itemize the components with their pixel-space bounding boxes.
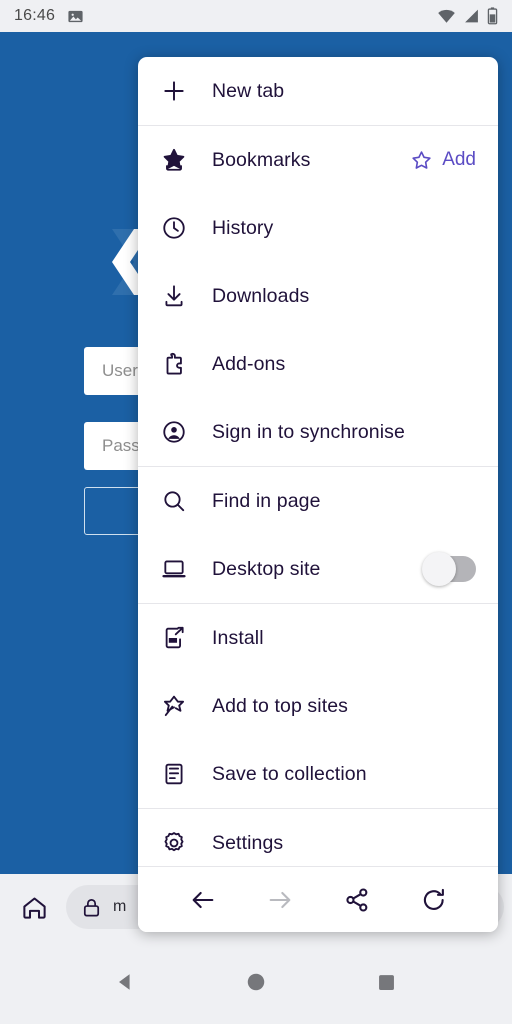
- toggle-switch-off[interactable]: [422, 552, 476, 586]
- toggle-knob: [422, 552, 456, 586]
- nav-recents-button[interactable]: [359, 954, 415, 1010]
- reload-icon: [423, 888, 444, 910]
- menu-item-new-tab[interactable]: New tab: [138, 57, 498, 125]
- search-icon: [160, 487, 188, 515]
- gear-icon: [160, 829, 188, 857]
- back-arrow-icon: [192, 891, 213, 908]
- puzzle-icon: [160, 350, 188, 378]
- android-nav-bar: [0, 940, 512, 1024]
- triangle-back-icon: [119, 974, 130, 990]
- status-bar: 16:46: [0, 0, 512, 32]
- menu-item-label: Bookmarks: [212, 148, 311, 171]
- clock-icon: [160, 214, 188, 242]
- menu-item-sign-in[interactable]: Sign in to synchronise: [138, 398, 498, 466]
- lock-icon: [83, 898, 100, 917]
- menu-item-label: New tab: [212, 79, 285, 102]
- home-icon: [22, 896, 46, 919]
- menu-reload-button[interactable]: [410, 876, 458, 924]
- nav-back-button[interactable]: [97, 954, 153, 1010]
- url-text: m: [113, 898, 127, 915]
- menu-back-button[interactable]: [179, 876, 227, 924]
- image-icon: [68, 10, 83, 22]
- menu-item-label: Save to collection: [212, 762, 367, 785]
- menu-item-find-in-page[interactable]: Find in page: [138, 467, 498, 535]
- install-phone-icon: [160, 624, 188, 652]
- status-system-icons: [437, 7, 498, 25]
- star-outline-icon: [412, 150, 431, 169]
- menu-item-add-to-top-sites[interactable]: Add to top sites: [138, 672, 498, 740]
- square-recents-icon: [379, 974, 395, 990]
- menu-item-desktop-site[interactable]: Desktop site: [138, 535, 498, 603]
- bookmark-add-label: Add: [442, 149, 476, 170]
- menu-item-label: Install: [212, 626, 264, 649]
- nav-home-button[interactable]: [228, 954, 284, 1010]
- home-button[interactable]: [8, 881, 60, 933]
- pin-star-icon: [160, 692, 188, 720]
- laptop-icon: [160, 555, 188, 583]
- menu-item-label: Downloads: [212, 284, 310, 307]
- browser-main-menu: New tab Bookmarks Add History Downloads …: [138, 57, 498, 932]
- bookmark-star-icon: [160, 146, 188, 174]
- status-clock: 16:46: [14, 7, 56, 24]
- menu-item-downloads[interactable]: Downloads: [138, 262, 498, 330]
- download-icon: [160, 282, 188, 310]
- menu-item-list: New tab Bookmarks Add History Downloads …: [138, 57, 498, 866]
- menu-share-button[interactable]: [333, 876, 381, 924]
- menu-item-label: Settings: [212, 831, 284, 854]
- menu-item-label: Add-ons: [212, 352, 286, 375]
- desktop-site-toggle[interactable]: [422, 552, 476, 586]
- plus-icon: [160, 77, 188, 105]
- menu-item-label: Add to top sites: [212, 694, 349, 717]
- menu-item-save-to-collection[interactable]: Save to collection: [138, 740, 498, 808]
- menu-item-bookmarks[interactable]: Bookmarks Add: [138, 126, 498, 194]
- menu-forward-button[interactable]: [256, 876, 304, 924]
- menu-item-label: Desktop site: [212, 557, 321, 580]
- menu-item-label: History: [212, 216, 274, 239]
- battery-icon: [487, 7, 498, 25]
- cell-signal-icon: [465, 9, 478, 23]
- phone-screen: 16:46 Username: [0, 0, 512, 1024]
- collection-icon: [160, 760, 188, 788]
- menu-item-label: Sign in to synchronise: [212, 420, 405, 443]
- wifi-icon: [438, 9, 455, 23]
- bookmark-add-action[interactable]: Add: [410, 149, 476, 172]
- circle-home-icon: [247, 973, 265, 991]
- menu-item-history[interactable]: History: [138, 194, 498, 262]
- menu-item-install[interactable]: Install: [138, 604, 498, 672]
- menu-item-settings[interactable]: Settings: [138, 809, 498, 866]
- account-circle-icon: [160, 418, 188, 446]
- menu-item-label: Find in page: [212, 489, 321, 512]
- forward-arrow-icon: [269, 891, 290, 908]
- menu-item-add-ons[interactable]: Add-ons: [138, 330, 498, 398]
- menu-navigation-toolbar: [138, 866, 498, 932]
- status-notification-icons: [67, 8, 84, 25]
- share-icon: [345, 887, 367, 912]
